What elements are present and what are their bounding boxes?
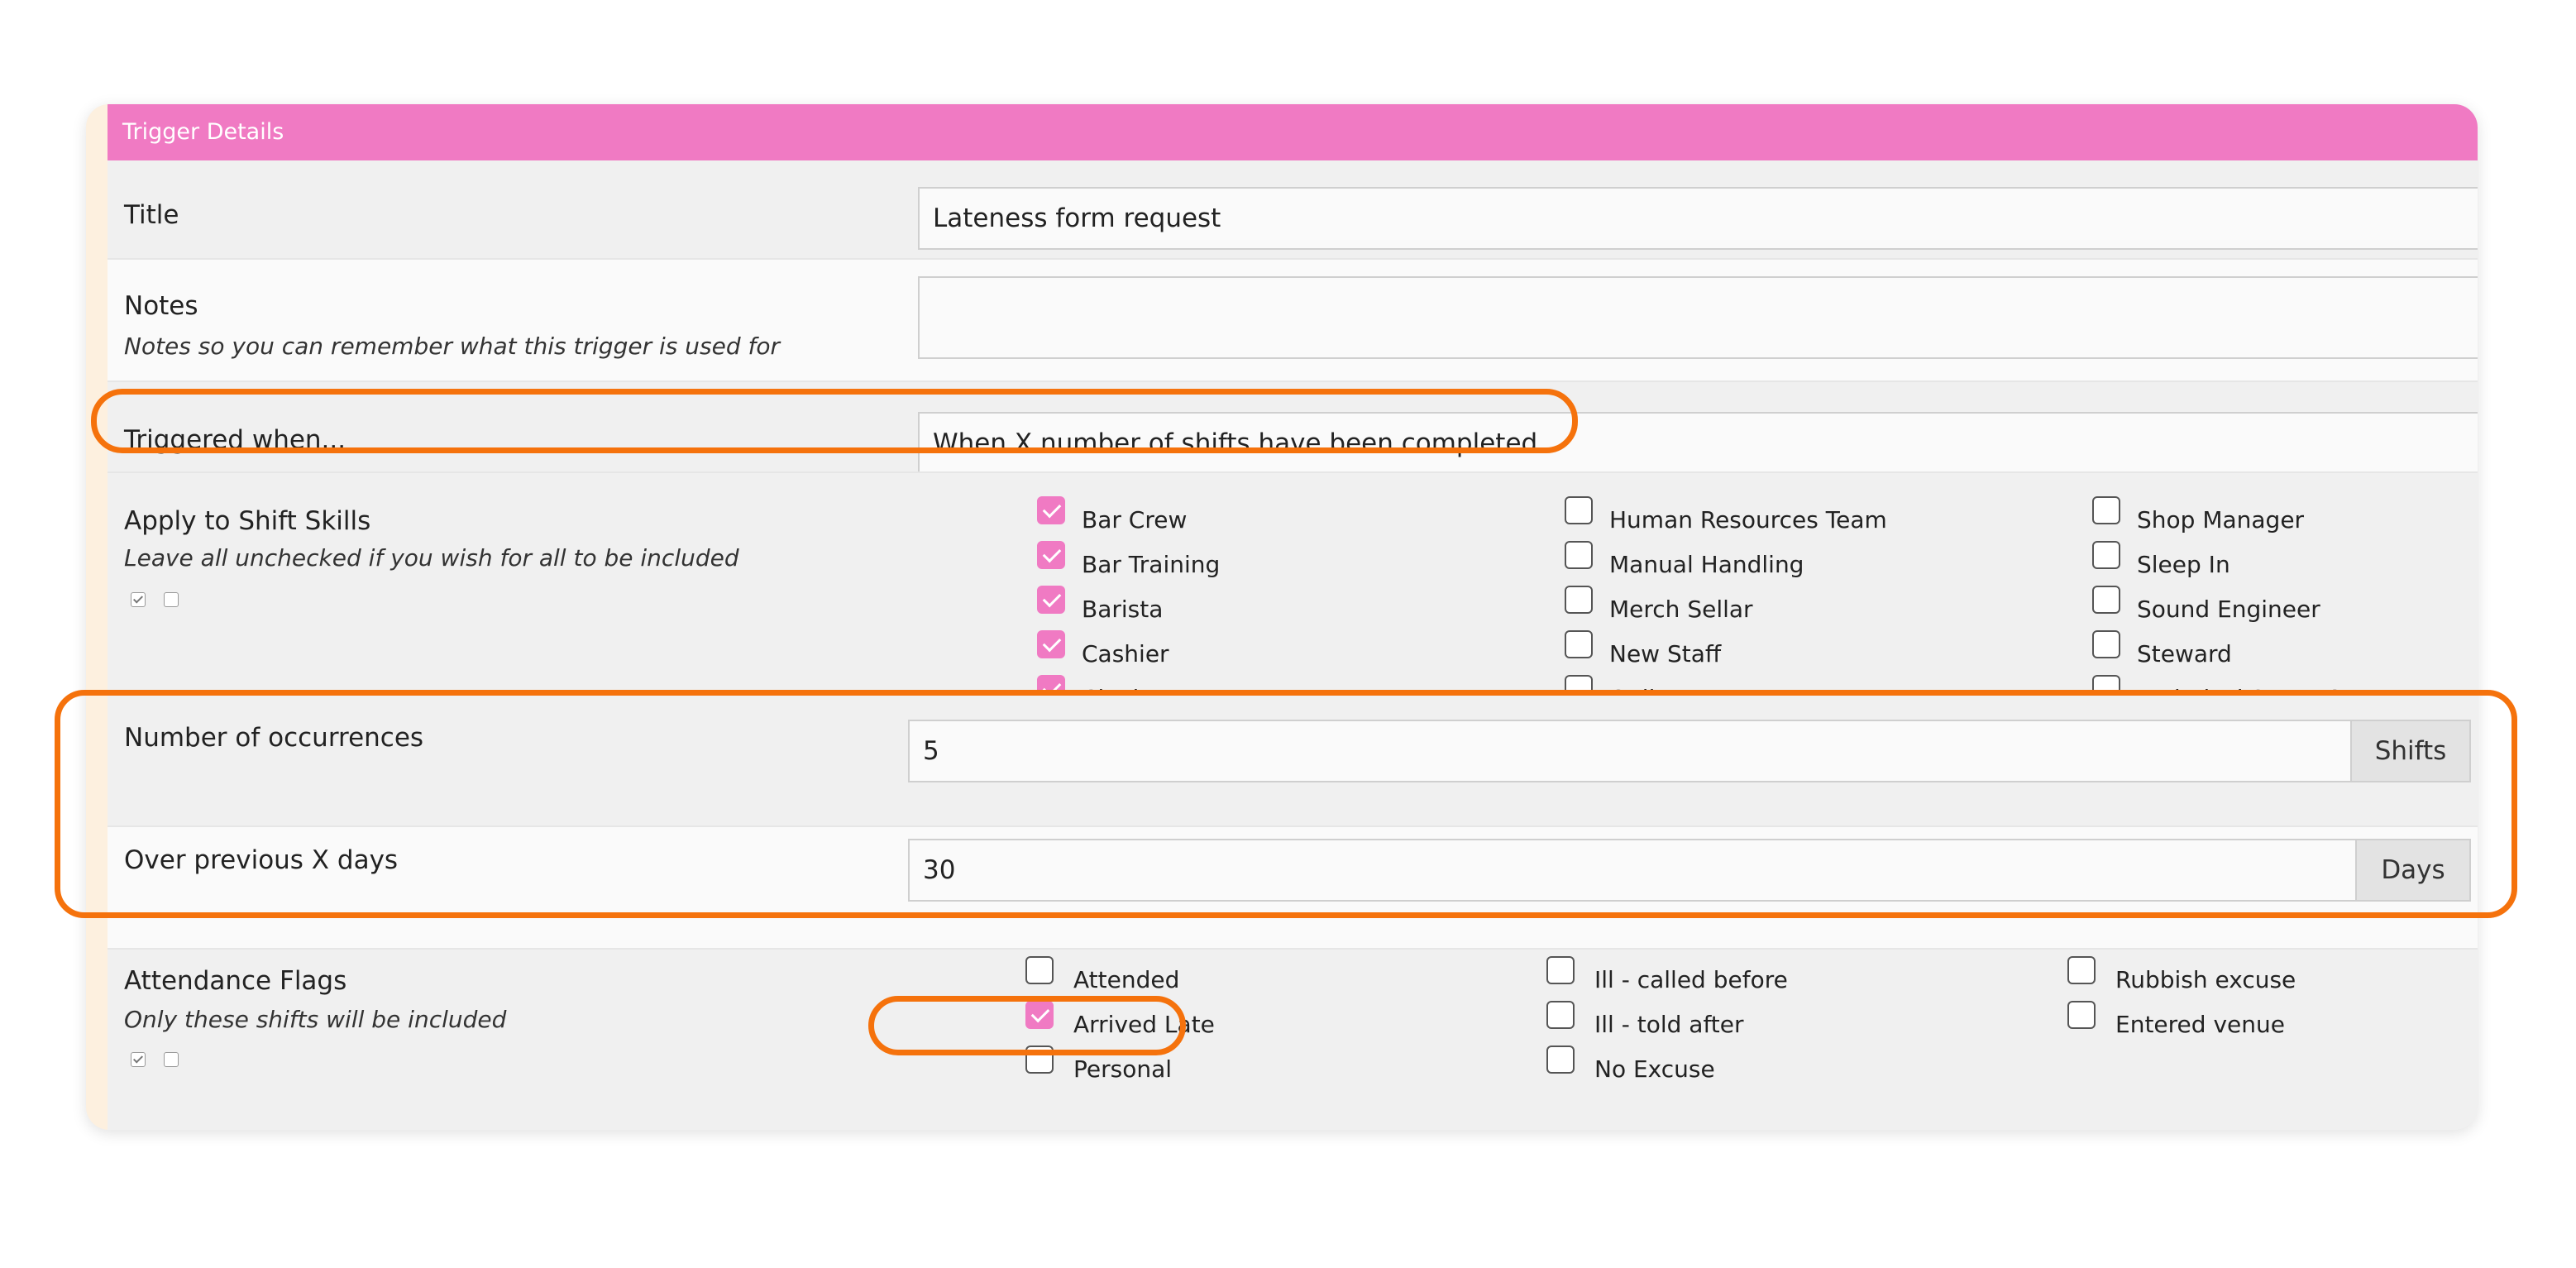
- flag-checkbox[interactable]: [1546, 956, 1575, 984]
- skill-label: Sleep In: [2137, 551, 2230, 578]
- shift-skills-help: Leave all unchecked if you wish for all …: [124, 544, 739, 572]
- arrived-late-highlight: [868, 996, 1186, 1055]
- skill-label: Bar Crew: [1082, 506, 1188, 534]
- skill-checkbox[interactable]: [2092, 541, 2120, 569]
- title-row: Title Lateness form request: [108, 160, 2478, 258]
- skill-checkbox[interactable]: [1037, 630, 1065, 658]
- select-all-checkbox[interactable]: [131, 592, 146, 607]
- flag-checkbox[interactable]: [1546, 1046, 1575, 1074]
- skill-checkbox[interactable]: [2092, 630, 2120, 658]
- skill-label: Shop Manager: [2137, 506, 2305, 534]
- attendance-flags-label: Attendance Flags: [124, 966, 347, 996]
- flag-label: Personal: [1073, 1055, 1173, 1083]
- notes-help: Notes so you can remember what this trig…: [124, 333, 780, 360]
- section-header: Trigger Details: [108, 104, 2478, 160]
- flag-label: Ill - called before: [1594, 966, 1788, 993]
- skill-label: Cashier: [1082, 640, 1169, 667]
- shift-skills-label: Apply to Shift Skills: [124, 506, 371, 536]
- flag-label: No Excuse: [1594, 1055, 1715, 1083]
- attendance-flags-help: Only these shifts will be included: [124, 1006, 507, 1033]
- skill-label: Steward: [2137, 640, 2232, 667]
- flag-checkbox[interactable]: [2067, 1001, 2096, 1029]
- skill-checkbox[interactable]: [1037, 541, 1065, 569]
- skill-checkbox[interactable]: [1565, 630, 1593, 658]
- skill-checkbox[interactable]: [2092, 496, 2120, 524]
- skill-label: Barista: [1082, 596, 1164, 623]
- flag-label: Rubbish excuse: [2115, 966, 2296, 993]
- select-none-checkbox[interactable]: [164, 592, 179, 607]
- skill-label: Manual Handling: [1609, 551, 1804, 578]
- skill-checkbox[interactable]: [1565, 496, 1593, 524]
- flag-checkbox[interactable]: [2067, 956, 2096, 984]
- trigger-details-card: Trigger Details Title Lateness form requ…: [86, 104, 2478, 1130]
- skill-checkbox[interactable]: [1565, 586, 1593, 614]
- notes-row: Notes Notes so you can remember what thi…: [108, 258, 2478, 382]
- title-input[interactable]: Lateness form request: [918, 187, 2478, 250]
- skill-label: Bar Training: [1082, 551, 1221, 578]
- skill-checkbox[interactable]: [1037, 586, 1065, 614]
- skill-label: Merch Sellar: [1609, 596, 1753, 623]
- skill-checkbox[interactable]: [1037, 496, 1065, 524]
- skill-checkbox[interactable]: [2092, 586, 2120, 614]
- skill-label: Human Resources Team: [1609, 506, 1887, 534]
- flag-checkbox[interactable]: [1025, 956, 1054, 984]
- flags-select-none-checkbox[interactable]: [164, 1052, 179, 1067]
- flags-select-all-checkbox[interactable]: [131, 1052, 146, 1067]
- form-panel: Trigger Details Title Lateness form requ…: [108, 104, 2478, 1130]
- left-stripe: [86, 104, 108, 1130]
- skill-label: New Staff: [1609, 640, 1722, 667]
- skill-checkbox[interactable]: [1565, 541, 1593, 569]
- section-title: Trigger Details: [122, 119, 284, 145]
- triggered-when-highlight: [91, 389, 1578, 453]
- occurrences-days-highlight: [55, 690, 2517, 918]
- flag-label: Attended: [1073, 966, 1180, 993]
- notes-label: Notes: [124, 291, 198, 321]
- notes-input[interactable]: [918, 276, 2478, 359]
- attendance-flags-row: Attendance Flags Only these shifts will …: [108, 948, 2478, 1130]
- flag-label: Ill - told after: [1594, 1011, 1744, 1038]
- skill-label: Sound Engineer: [2137, 596, 2320, 623]
- title-label: Title: [124, 200, 179, 230]
- flag-checkbox[interactable]: [1546, 1001, 1575, 1029]
- flag-label: Entered venue: [2115, 1011, 2285, 1038]
